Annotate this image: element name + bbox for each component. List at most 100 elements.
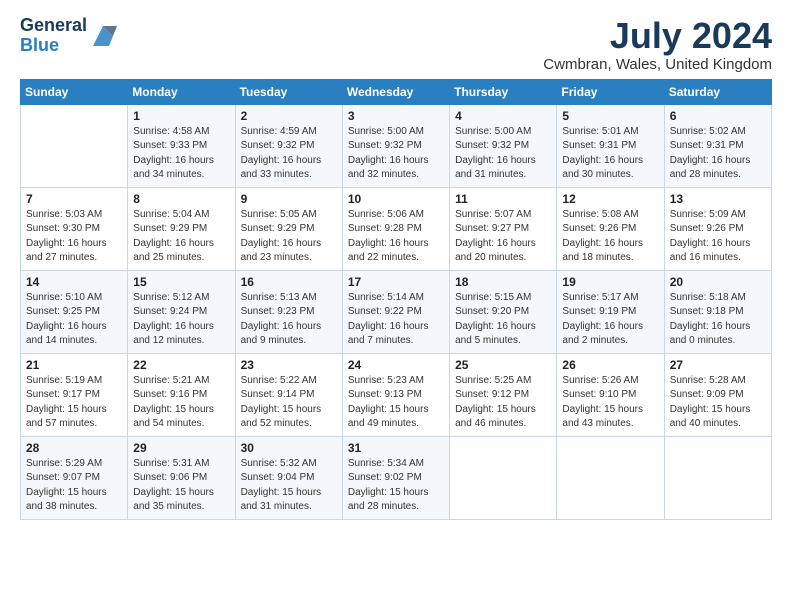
day-number: 16 [241,275,337,289]
day-number: 27 [670,358,766,372]
day-number: 26 [562,358,658,372]
calendar-page: General Blue July 2024 Cwmbran, Wales, U… [0,0,792,540]
day-info: Sunrise: 5:07 AMSunset: 9:27 PMDaylight:… [455,208,551,266]
weekday-header-thursday: Thursday [450,79,557,104]
calendar-cell [21,104,128,187]
day-info: Sunrise: 5:02 AMSunset: 9:31 PMDaylight:… [670,125,766,183]
calendar-cell: 2 Sunrise: 4:59 AMSunset: 9:32 PMDaylight… [235,104,342,187]
weekday-header-row: SundayMondayTuesdayWednesdayThursdayFrid… [21,79,772,104]
calendar-cell: 3 Sunrise: 5:00 AMSunset: 9:32 PMDaylight… [342,104,449,187]
calendar-cell: 1 Sunrise: 4:58 AMSunset: 9:33 PMDaylight… [128,104,235,187]
day-info: Sunrise: 5:05 AMSunset: 9:29 PMDaylight:… [241,208,337,266]
day-info: Sunrise: 5:08 AMSunset: 9:26 PMDaylight:… [562,208,658,266]
day-info: Sunrise: 5:01 AMSunset: 9:31 PMDaylight:… [562,125,658,183]
day-info: Sunrise: 4:59 AMSunset: 9:32 PMDaylight:… [241,125,337,183]
day-number: 2 [241,109,337,123]
weekday-header-monday: Monday [128,79,235,104]
day-number: 19 [562,275,658,289]
day-info: Sunrise: 5:12 AMSunset: 9:24 PMDaylight:… [133,291,229,349]
logo: General Blue [20,16,117,56]
day-info: Sunrise: 5:06 AMSunset: 9:28 PMDaylight:… [348,208,444,266]
calendar-cell [450,436,557,519]
day-number: 29 [133,441,229,455]
calendar-cell: 22Sunrise: 5:21 AMSunset: 9:16 PMDayligh… [128,353,235,436]
day-info: Sunrise: 5:09 AMSunset: 9:26 PMDaylight:… [670,208,766,266]
day-info: Sunrise: 5:32 AMSunset: 9:04 PMDaylight:… [241,457,337,515]
day-info: Sunrise: 5:34 AMSunset: 9:02 PMDaylight:… [348,457,444,515]
day-number: 8 [133,192,229,206]
calendar-cell: 29 Sunrise: 5:31 AMSunset: 9:06 PMDayligh… [128,436,235,519]
day-number: 5 [562,109,658,123]
calendar-week-row: 28 Sunrise: 5:29 AMSunset: 9:07 PMDayligh… [21,436,772,519]
day-info: Sunrise: 5:15 AMSunset: 9:20 PMDaylight:… [455,291,551,349]
calendar-cell: 12 Sunrise: 5:08 AMSunset: 9:26 PMDayligh… [557,187,664,270]
day-info: Sunrise: 5:13 AMSunset: 9:23 PMDaylight:… [241,291,337,349]
day-number: 15 [133,275,229,289]
calendar-table: SundayMondayTuesdayWednesdayThursdayFrid… [20,79,772,520]
day-info: Sunrise: 5:31 AMSunset: 9:06 PMDaylight:… [133,457,229,515]
day-info: Sunrise: 5:18 AMSunset: 9:18 PMDaylight:… [670,291,766,349]
calendar-cell: 14 Sunrise: 5:10 AMSunset: 9:25 PMDayligh… [21,270,128,353]
calendar-cell: 31 Sunrise: 5:34 AMSunset: 9:02 PMDayligh… [342,436,449,519]
day-info: Sunrise: 5:10 AMSunset: 9:25 PMDaylight:… [26,291,122,349]
day-number: 12 [562,192,658,206]
day-number: 14 [26,275,122,289]
month-year: July 2024 [543,16,772,56]
calendar-week-row: 21Sunrise: 5:19 AMSunset: 9:17 PMDayligh… [21,353,772,436]
day-number: 24 [348,358,444,372]
day-number: 13 [670,192,766,206]
day-info: Sunrise: 5:14 AMSunset: 9:22 PMDaylight:… [348,291,444,349]
weekday-header-wednesday: Wednesday [342,79,449,104]
calendar-cell: 7 Sunrise: 5:03 AMSunset: 9:30 PMDaylight… [21,187,128,270]
day-info: Sunrise: 5:03 AMSunset: 9:30 PMDaylight:… [26,208,122,266]
calendar-cell: 16 Sunrise: 5:13 AMSunset: 9:23 PMDayligh… [235,270,342,353]
calendar-cell: 18 Sunrise: 5:15 AMSunset: 9:20 PMDayligh… [450,270,557,353]
calendar-cell: 21Sunrise: 5:19 AMSunset: 9:17 PMDayligh… [21,353,128,436]
calendar-week-row: 14 Sunrise: 5:10 AMSunset: 9:25 PMDayligh… [21,270,772,353]
day-info: Sunrise: 5:00 AMSunset: 9:32 PMDaylight:… [348,125,444,183]
day-info: Sunrise: 5:29 AMSunset: 9:07 PMDaylight:… [26,457,122,515]
calendar-cell: 6Sunrise: 5:02 AMSunset: 9:31 PMDaylight… [664,104,771,187]
weekday-header-saturday: Saturday [664,79,771,104]
day-info: Sunrise: 5:04 AMSunset: 9:29 PMDaylight:… [133,208,229,266]
day-number: 20 [670,275,766,289]
logo-icon [89,22,117,50]
weekday-header-sunday: Sunday [21,79,128,104]
calendar-week-row: 7 Sunrise: 5:03 AMSunset: 9:30 PMDaylight… [21,187,772,270]
day-number: 31 [348,441,444,455]
calendar-cell: 20 Sunrise: 5:18 AMSunset: 9:18 PMDayligh… [664,270,771,353]
day-number: 21 [26,358,122,372]
calendar-cell [664,436,771,519]
day-info: Sunrise: 5:21 AMSunset: 9:16 PMDaylight:… [133,374,229,432]
day-number: 9 [241,192,337,206]
day-number: 23 [241,358,337,372]
logo-blue: Blue [20,36,87,56]
calendar-cell: 25Sunrise: 5:25 AMSunset: 9:12 PMDayligh… [450,353,557,436]
day-number: 1 [133,109,229,123]
day-number: 17 [348,275,444,289]
calendar-cell: 9 Sunrise: 5:05 AMSunset: 9:29 PMDaylight… [235,187,342,270]
day-number: 3 [348,109,444,123]
header: General Blue July 2024 Cwmbran, Wales, U… [20,16,772,73]
logo-general: General [20,16,87,36]
day-number: 11 [455,192,551,206]
day-number: 7 [26,192,122,206]
day-info: Sunrise: 4:58 AMSunset: 9:33 PMDaylight:… [133,125,229,183]
calendar-cell [557,436,664,519]
calendar-cell: 24 Sunrise: 5:23 AMSunset: 9:13 PMDayligh… [342,353,449,436]
calendar-cell: 13 Sunrise: 5:09 AMSunset: 9:26 PMDayligh… [664,187,771,270]
day-info: Sunrise: 5:25 AMSunset: 9:12 PMDaylight:… [455,374,551,432]
calendar-week-row: 1 Sunrise: 4:58 AMSunset: 9:33 PMDaylight… [21,104,772,187]
day-number: 18 [455,275,551,289]
weekday-header-friday: Friday [557,79,664,104]
day-info: Sunrise: 5:23 AMSunset: 9:13 PMDaylight:… [348,374,444,432]
title-block: July 2024 Cwmbran, Wales, United Kingdom [543,16,772,73]
calendar-cell: 17 Sunrise: 5:14 AMSunset: 9:22 PMDayligh… [342,270,449,353]
day-number: 30 [241,441,337,455]
day-number: 28 [26,441,122,455]
calendar-cell: 15 Sunrise: 5:12 AMSunset: 9:24 PMDayligh… [128,270,235,353]
day-number: 10 [348,192,444,206]
calendar-cell: 27Sunrise: 5:28 AMSunset: 9:09 PMDayligh… [664,353,771,436]
calendar-cell: 11 Sunrise: 5:07 AMSunset: 9:27 PMDayligh… [450,187,557,270]
calendar-cell: 23Sunrise: 5:22 AMSunset: 9:14 PMDayligh… [235,353,342,436]
